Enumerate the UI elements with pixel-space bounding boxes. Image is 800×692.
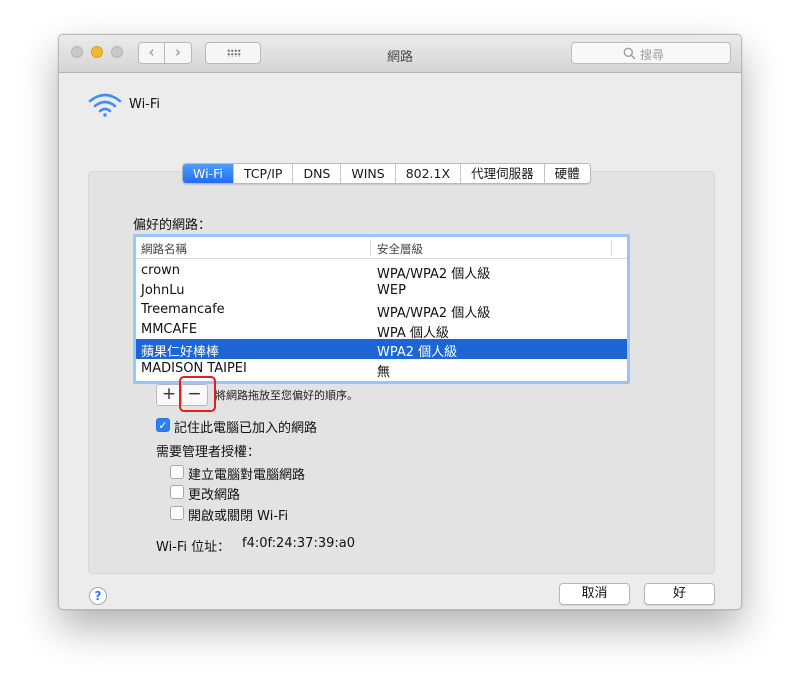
change-networks-label[interactable]: 更改網路 <box>188 484 240 503</box>
column-divider[interactable] <box>370 239 371 256</box>
table-row[interactable]: JohnLu WEP <box>136 281 627 301</box>
service-name: Wi-Fi <box>129 97 161 112</box>
security-type: 無 <box>377 364 391 380</box>
network-name: Treemancafe <box>141 302 225 317</box>
require-admin-label: 需要管理者授權： <box>156 445 261 460</box>
preferred-networks-table[interactable]: 網路名稱 安全層級 crown WPA/WPA2 個人級 JohnLu WEP … <box>133 234 630 384</box>
preferred-networks-label: 偏好的網路： <box>133 218 212 233</box>
remember-networks-checkbox[interactable]: ✓ <box>156 418 170 432</box>
table-row[interactable]: MMCAFE WPA 個人級 <box>136 320 627 341</box>
security-type: WPA2 個人級 <box>377 345 458 360</box>
remember-networks-label[interactable]: 記住此電腦已加入的網路 <box>174 417 317 436</box>
search-icon <box>623 47 636 60</box>
tab-wifi[interactable]: Wi-Fi <box>183 164 234 183</box>
toggle-wifi-label[interactable]: 開啟或關閉 Wi-Fi <box>188 505 288 524</box>
checkmark-icon: ✓ <box>158 419 168 432</box>
network-name: JohnLu <box>141 282 185 298</box>
security-type: WPA/WPA2 個人級 <box>377 267 491 282</box>
security-type: WPA 個人級 <box>377 325 449 341</box>
tab-tcpip[interactable]: TCP/IP <box>233 164 294 183</box>
wifi-address-value: f4:0f:24:37:39:a0 <box>242 536 355 551</box>
tab-dns[interactable]: DNS <box>293 164 342 183</box>
content-area: Wi-Fi Wi-Fi TCP/IP DNS WINS 802.1X 代理伺服器… <box>67 73 735 605</box>
search-input[interactable]: 搜尋 <box>571 42 731 64</box>
network-name: 蘋果仁好棒棒 <box>141 345 220 360</box>
column-header-security[interactable]: 安全層級 <box>377 241 423 257</box>
security-type: WEP <box>377 282 406 298</box>
tab-proxies[interactable]: 代理伺服器 <box>461 164 545 183</box>
column-header-network-name[interactable]: 網路名稱 <box>141 241 187 257</box>
tab-hardware[interactable]: 硬體 <box>544 164 590 183</box>
wifi-address-label: Wi-Fi 位址： <box>156 540 231 555</box>
title-bar: ‹ › 網路 搜尋 <box>59 35 741 73</box>
cancel-button[interactable]: 取消 <box>559 583 630 605</box>
create-computer-network-label[interactable]: 建立電腦對電腦網路 <box>188 464 305 483</box>
create-computer-network-checkbox[interactable] <box>170 465 184 479</box>
annotation-highlight-box <box>179 376 216 412</box>
ok-button[interactable]: 好 <box>644 583 715 605</box>
security-type: WPA/WPA2 個人級 <box>377 306 491 321</box>
table-row[interactable]: Treemancafe WPA/WPA2 個人級 <box>136 300 627 321</box>
search-placeholder: 搜尋 <box>640 48 665 62</box>
help-button[interactable]: ? <box>89 587 107 605</box>
network-name: MADISON TAIPEI <box>141 360 247 376</box>
tab-wins[interactable]: WINS <box>341 164 396 183</box>
table-header: 網路名稱 安全層級 <box>136 237 627 259</box>
table-row[interactable]: crown WPA/WPA2 個人級 <box>136 261 627 282</box>
tab-8021x[interactable]: 802.1X <box>395 164 462 183</box>
drag-order-hint: 將網路拖放至您偏好的順序。 <box>215 389 358 402</box>
wifi-icon <box>88 93 122 117</box>
tab-bar: Wi-Fi TCP/IP DNS WINS 802.1X 代理伺服器 硬體 <box>182 163 591 184</box>
table-row-selected[interactable]: 蘋果仁好棒棒 WPA2 個人級 <box>136 339 627 360</box>
toggle-wifi-checkbox[interactable] <box>170 506 184 520</box>
network-window: ‹ › 網路 搜尋 Wi-Fi Wi-Fi TCP/IP DNS WINS 80… <box>58 34 742 610</box>
network-name: crown <box>141 263 181 278</box>
change-networks-checkbox[interactable] <box>170 485 184 499</box>
network-name: MMCAFE <box>141 321 198 337</box>
column-divider[interactable] <box>611 239 612 256</box>
